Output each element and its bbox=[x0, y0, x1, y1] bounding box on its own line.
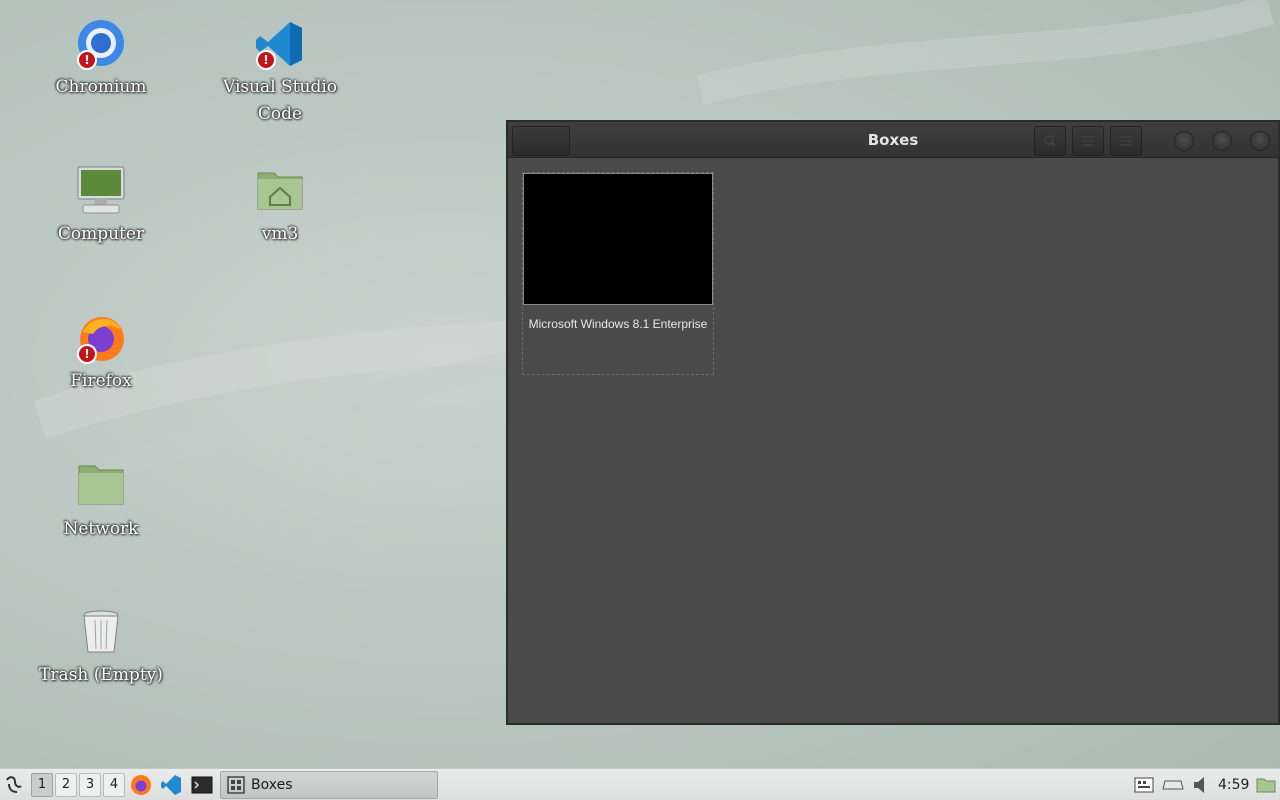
folder-icon bbox=[1256, 778, 1276, 793]
launcher-firefox[interactable] bbox=[128, 772, 154, 798]
vscode-icon bbox=[161, 775, 181, 795]
boxes-window[interactable]: Boxes Microsoft Windows 8.1 Enterprise bbox=[506, 120, 1280, 725]
close-button[interactable] bbox=[1250, 131, 1270, 151]
warning-badge-icon: ! bbox=[77, 50, 97, 70]
clock[interactable]: 4:59 bbox=[1218, 769, 1249, 800]
window-title: Boxes bbox=[867, 131, 919, 149]
minimize-button[interactable] bbox=[1174, 131, 1194, 151]
launcher-vscode[interactable] bbox=[158, 772, 184, 798]
desktop-icon-trash[interactable]: Trash (Empty) bbox=[26, 606, 176, 689]
desktop-icon-firefox[interactable]: ! Firefox bbox=[26, 312, 176, 395]
vm-thumbnail[interactable] bbox=[523, 173, 713, 305]
vm-tile[interactable]: Microsoft Windows 8.1 Enterprise bbox=[522, 172, 714, 375]
menu-button[interactable] bbox=[1110, 126, 1142, 156]
desktop-icon-label: Computer bbox=[57, 224, 145, 244]
computer-icon bbox=[75, 165, 127, 217]
search-icon bbox=[1044, 135, 1056, 147]
boxes-app-icon bbox=[227, 776, 245, 794]
maximize-button[interactable] bbox=[1212, 131, 1232, 151]
desktop-icon-vscode[interactable]: ! Visual Studio Code bbox=[205, 18, 355, 128]
search-button[interactable] bbox=[1034, 126, 1066, 156]
folder-icon bbox=[75, 460, 127, 512]
launcher-terminal[interactable] bbox=[189, 772, 215, 798]
terminal-icon bbox=[191, 776, 213, 794]
desktop-icon-label: Trash (Empty) bbox=[39, 665, 163, 685]
workspace-2[interactable]: 2 bbox=[55, 773, 77, 797]
list-view-icon bbox=[1082, 136, 1094, 146]
desktop-icon-network[interactable]: Network bbox=[26, 460, 176, 543]
chromium-icon: ! bbox=[75, 18, 127, 70]
desktop-icon-computer[interactable]: Computer bbox=[26, 165, 176, 248]
taskbar: 1 2 3 4 Boxes 4:59 bbox=[0, 768, 1280, 800]
volume-icon bbox=[1194, 777, 1204, 793]
desktop-icon-label: Firefox bbox=[70, 371, 132, 391]
workspace-4[interactable]: 4 bbox=[103, 773, 125, 797]
window-titlebar[interactable]: Boxes bbox=[508, 122, 1278, 158]
tray-volume[interactable] bbox=[1190, 772, 1212, 798]
desktop-icon-label: Visual Studio Code bbox=[222, 77, 338, 124]
task-label: Boxes bbox=[251, 777, 293, 793]
app-menu-icon bbox=[6, 776, 22, 793]
desktop-icon-label: Chromium bbox=[55, 77, 147, 97]
hamburger-menu-icon bbox=[1120, 136, 1132, 146]
desktop-icon-chromium[interactable]: ! Chromium bbox=[26, 18, 176, 101]
vm-name: Microsoft Windows 8.1 Enterprise bbox=[528, 317, 708, 331]
task-boxes[interactable]: Boxes bbox=[220, 771, 438, 799]
desktop-icon-vm3[interactable]: vm3 bbox=[205, 165, 355, 248]
desktop-icon-label: Network bbox=[63, 519, 139, 539]
desktop-icon-label: vm3 bbox=[261, 224, 299, 244]
app-menu-button[interactable] bbox=[2, 772, 26, 798]
keyboard-layout-icon bbox=[1134, 777, 1154, 793]
vscode-icon: ! bbox=[254, 18, 306, 70]
workspace-1[interactable]: 1 bbox=[31, 773, 53, 797]
drive-icon bbox=[1162, 780, 1184, 790]
warning-badge-icon: ! bbox=[77, 344, 97, 364]
trash-icon bbox=[75, 606, 127, 658]
firefox-icon bbox=[131, 775, 151, 795]
warning-badge-icon: ! bbox=[256, 50, 276, 70]
firefox-icon: ! bbox=[75, 312, 127, 364]
tray-drive[interactable] bbox=[1160, 772, 1186, 798]
home-folder-icon bbox=[254, 165, 306, 217]
list-view-button[interactable] bbox=[1072, 126, 1104, 156]
workspace-3[interactable]: 3 bbox=[79, 773, 101, 797]
tray-show-desktop[interactable] bbox=[1254, 772, 1278, 798]
tray-keyboard[interactable] bbox=[1132, 772, 1156, 798]
